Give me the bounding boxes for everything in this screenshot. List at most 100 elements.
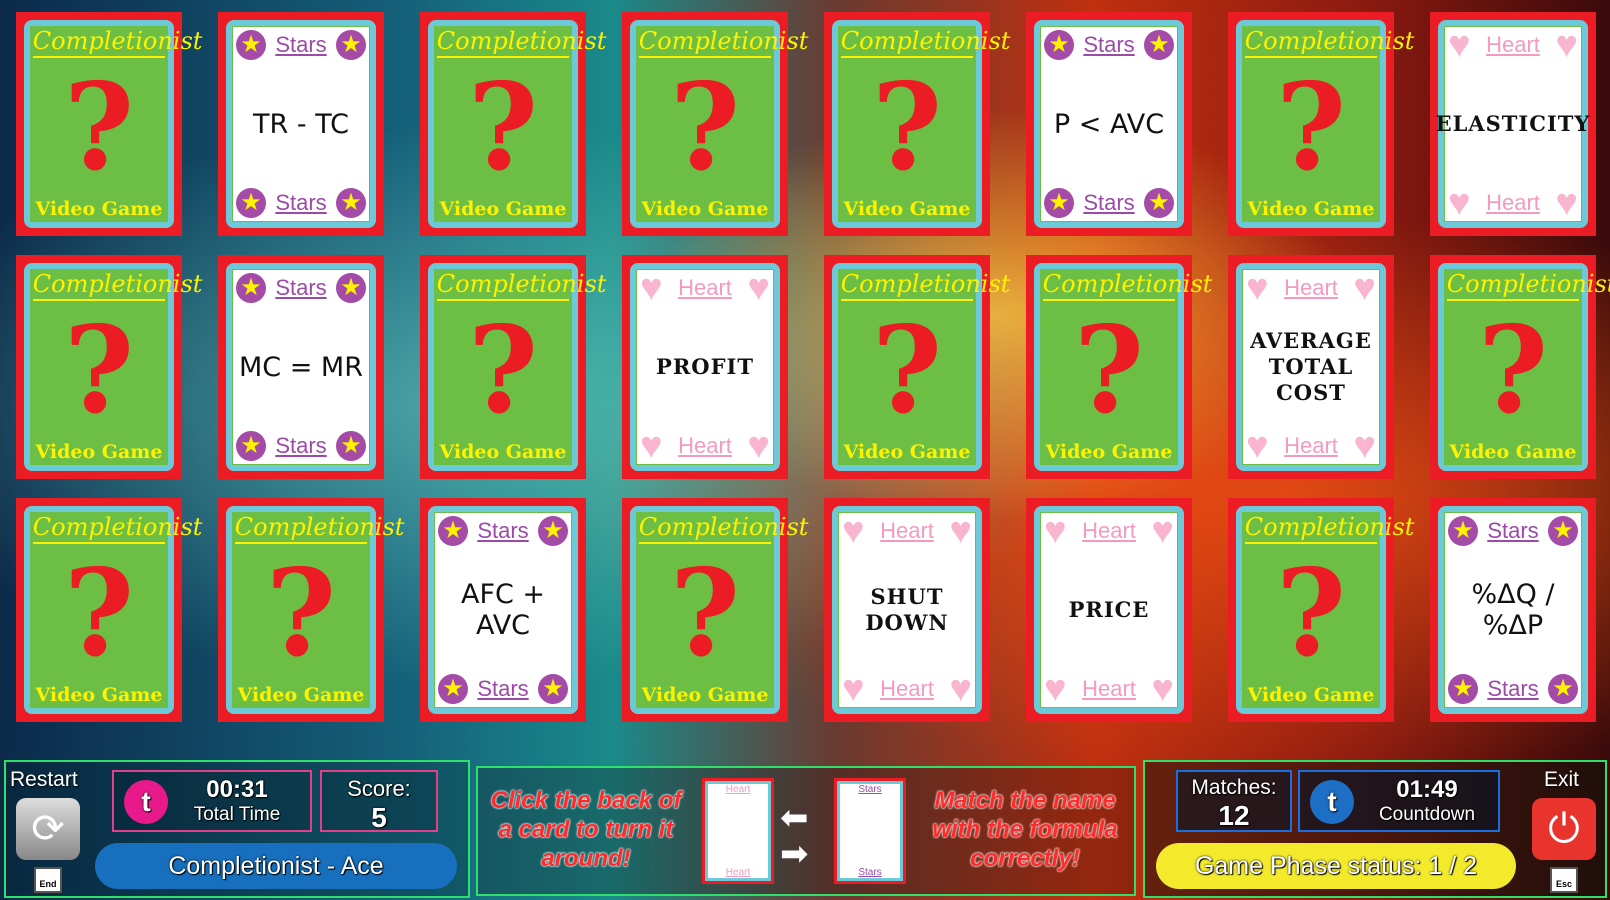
card-border: Completionist ? Video Game <box>226 506 404 714</box>
heart-icon: ♥ <box>1353 425 1376 467</box>
card-facedown[interactable]: Completionist ? Video Game <box>420 255 606 479</box>
star-icon: ★ <box>236 273 266 303</box>
card-tag-label: Stars <box>275 433 327 458</box>
card-border: ★ Stars ★ %ΔQ / %ΔP ★ Stars ★ <box>1438 506 1588 714</box>
total-time-label: Total Time <box>193 804 281 825</box>
question-mark-icon: ? <box>467 57 539 198</box>
card-facedown[interactable]: Completionist ? Video Game <box>16 12 202 236</box>
card-tag-label: Stars <box>477 518 529 543</box>
example-heart-card: Heart Heart <box>702 778 774 884</box>
score-box: Score: 5 <box>320 770 438 833</box>
card-face: Completionist ? Video Game <box>30 26 202 222</box>
swap-arrows-icon: ⬅ ➡ <box>780 799 809 873</box>
heart-icon: ♥ <box>842 668 865 710</box>
card-facedown[interactable]: Completionist ? Video Game <box>218 498 404 722</box>
game-phase-status: Game Phase status: 1 / 2 <box>1156 843 1516 889</box>
star-icon: ★ <box>335 188 366 218</box>
heart-icon: ♥ <box>1555 24 1578 66</box>
card-border: Completionist ? Video Game <box>1236 506 1414 714</box>
star-icon: ★ <box>236 30 266 60</box>
card-face: ♥ Heart ♥ PRICE ♥ Heart ♥ <box>1040 512 1178 708</box>
card-tag: ★ Stars ★ <box>1041 27 1177 63</box>
card-footer: Video Game <box>1449 441 1577 463</box>
card-stars[interactable]: ★ Stars ★ MC = MR ★ Stars ★ <box>218 255 384 479</box>
card-facedown[interactable]: Completionist ? Video Game <box>420 12 606 236</box>
card-facedown[interactable]: Completionist ? Video Game <box>622 498 808 722</box>
card-text: AFC + AVC <box>460 579 546 641</box>
exit-button[interactable]: ⏻ <box>1532 798 1596 860</box>
card-facedown[interactable]: Completionist ? Video Game <box>824 255 1010 479</box>
heart-icon: ♥ <box>640 267 663 309</box>
card-border: ♥ Heart ♥ PRICE ♥ Heart ♥ <box>1034 506 1184 714</box>
card-text: P < AVC <box>1053 108 1165 140</box>
card-hearts[interactable]: ♥ Heart ♥ PRICE ♥ Heart ♥ <box>1026 498 1192 722</box>
card-tag-label: Heart <box>678 275 732 300</box>
card-tag-label: Heart <box>1082 518 1136 543</box>
card-face: ★ Stars ★ TR - TC ★ Stars ★ <box>232 26 370 222</box>
card-facedown[interactable]: Completionist ? Video Game <box>1026 255 1212 479</box>
heart-icon: ♥ <box>1044 668 1067 710</box>
card-tag: ♥ Heart ♥ <box>1445 182 1581 224</box>
instruction-right: Match the name with the formula correctl… <box>932 787 1118 872</box>
card-border: Completionist ? Video Game <box>832 263 1010 471</box>
card-facedown[interactable]: Completionist ? Video Game <box>16 255 202 479</box>
question-mark-icon: ? <box>63 300 135 441</box>
card-stars[interactable]: ★ Stars ★ %ΔQ / %ΔP ★ Stars ★ <box>1430 498 1596 722</box>
card-title: Completionist <box>840 269 1010 301</box>
card-tag: ♥ Heart ♥ <box>637 427 773 465</box>
card-tag: ♥ Heart ♥ <box>839 668 975 710</box>
exit-label: Exit <box>1544 768 1580 791</box>
card-footer: Video Game <box>641 198 769 220</box>
card-tag: ★ Stars ★ <box>1445 513 1581 549</box>
question-mark-icon: ? <box>871 300 943 441</box>
card-facedown[interactable]: Completionist ? Video Game <box>16 498 202 722</box>
card-face: Completionist ? Video Game <box>434 269 606 465</box>
question-mark-icon: ? <box>63 57 135 198</box>
card-face: Completionist ? Video Game <box>838 26 1010 222</box>
card-facedown[interactable]: Completionist ? Video Game <box>824 12 1010 236</box>
card-border: ★ Stars ★ TR - TC ★ Stars ★ <box>226 20 376 228</box>
heart-icon: ♥ <box>1353 267 1376 309</box>
restart-button[interactable]: ⟳ <box>16 798 80 860</box>
question-mark-icon: ? <box>1275 543 1347 684</box>
card-facedown[interactable]: Completionist ? Video Game <box>622 12 808 236</box>
card-title: Completionist <box>638 26 808 58</box>
card-title: Completionist <box>436 26 606 58</box>
question-mark-icon: ? <box>871 57 943 198</box>
card-stars[interactable]: ★ Stars ★ AFC + AVC ★ Stars ★ <box>420 498 586 722</box>
card-tag-label: Heart <box>1284 275 1338 300</box>
card-hearts[interactable]: ♥ Heart ♥ AVERAGE TOTAL COST ♥ Heart ♥ <box>1228 255 1394 479</box>
card-border: Completionist ? Video Game <box>1236 20 1414 228</box>
card-tag-label: Stars <box>1487 676 1539 701</box>
card-tag: ★ Stars ★ <box>233 428 369 464</box>
star-icon: ★ <box>1044 30 1074 60</box>
card-hearts[interactable]: ♥ Heart ♥ PROFIT ♥ Heart ♥ <box>622 255 788 479</box>
heart-icon: ♥ <box>949 510 972 552</box>
example-stars-card: Stars Stars <box>834 778 906 884</box>
card-border: Completionist ? Video Game <box>24 263 202 471</box>
card-stars[interactable]: ★ Stars ★ P < AVC ★ Stars ★ <box>1026 12 1192 236</box>
card-facedown[interactable]: Completionist ? Video Game <box>1228 12 1414 236</box>
card-face: Completionist ? Video Game <box>1444 269 1610 465</box>
star-icon: ★ <box>1448 674 1478 704</box>
card-text: %ΔQ / %ΔP <box>1471 579 1555 641</box>
card-footer: Video Game <box>439 198 567 220</box>
countdown-label: Countdown <box>1378 804 1476 825</box>
card-facedown[interactable]: Completionist ? Video Game <box>1228 498 1414 722</box>
card-hearts[interactable]: ♥ Heart ♥ ELASTICITY ♥ Heart ♥ <box>1430 12 1596 236</box>
card-tag: ♥ Heart ♥ <box>839 510 975 552</box>
countdown-box: t 01:49 Countdown <box>1298 770 1500 832</box>
card-stars[interactable]: ★ Stars ★ TR - TC ★ Stars ★ <box>218 12 384 236</box>
heart-icon: ♥ <box>1555 182 1578 224</box>
card-hearts[interactable]: ♥ Heart ♥ SHUT DOWN ♥ Heart ♥ <box>824 498 990 722</box>
card-footer: Video Game <box>1247 198 1375 220</box>
card-text: TR - TC <box>253 108 349 140</box>
restart-label: Restart <box>10 768 78 791</box>
star-icon: ★ <box>438 674 468 704</box>
card-facedown[interactable]: Completionist ? Video Game <box>1430 255 1610 479</box>
star-icon: ★ <box>1143 30 1174 60</box>
card-tag: ♥ Heart ♥ <box>1243 267 1379 309</box>
card-footer: Video Game <box>35 198 163 220</box>
card-text: AVERAGE TOTAL COST <box>1250 328 1372 405</box>
card-face: Completionist ? Video Game <box>1242 512 1414 708</box>
